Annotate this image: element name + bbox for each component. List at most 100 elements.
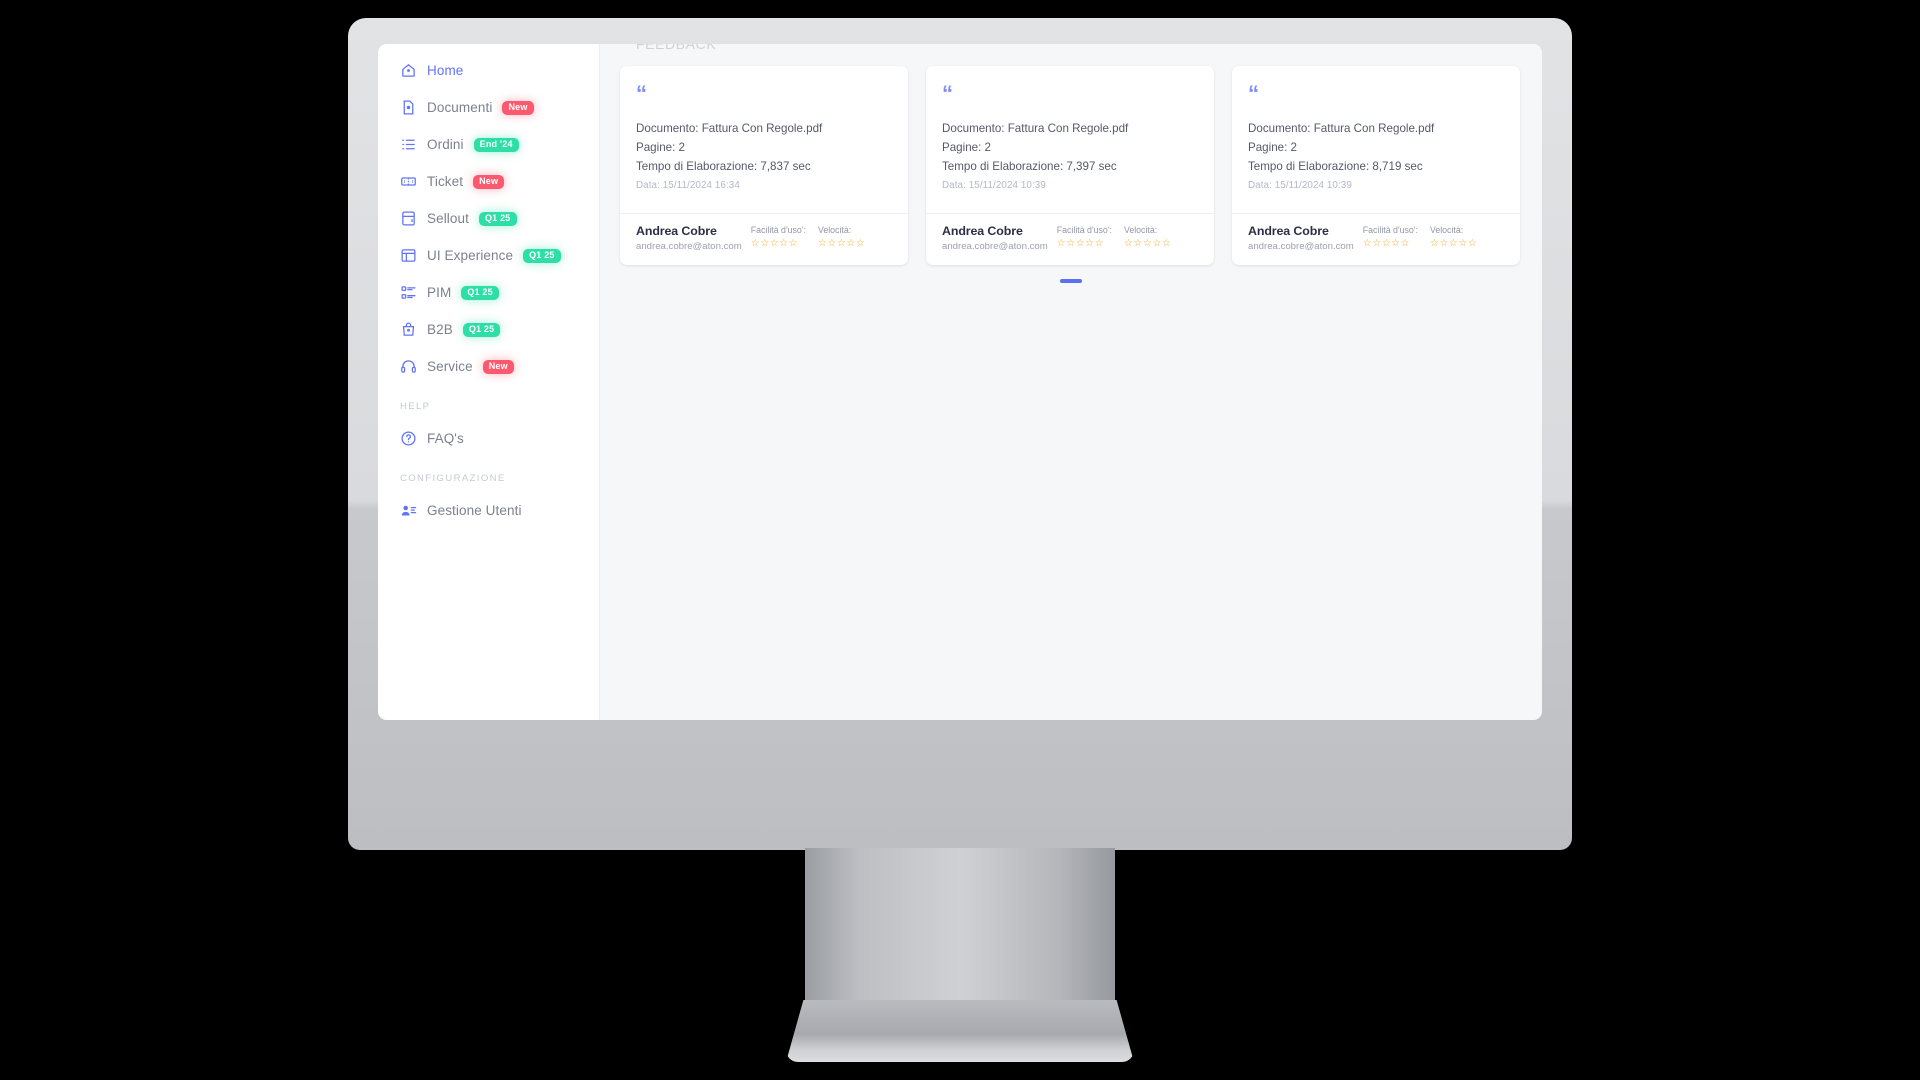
sidebar-item-service[interactable]: Service New bbox=[378, 348, 599, 385]
user-settings-icon bbox=[400, 502, 417, 519]
rating-label: Facilità d'uso': bbox=[750, 224, 806, 235]
sidebar: Home Documenti New Ordini End '24 Ticket New Se… bbox=[378, 44, 600, 720]
star-icon[interactable]: ☆ bbox=[1439, 238, 1448, 249]
feedback-date-line: Data: 15/11/2024 10:39 bbox=[942, 179, 1046, 191]
star-icon[interactable]: ☆ bbox=[1401, 238, 1410, 249]
sidebar-item-label: FAQ's bbox=[427, 431, 464, 446]
sidebar-item-label: Ticket bbox=[427, 174, 464, 189]
sidebar-item-label: Ordini bbox=[427, 137, 464, 152]
rating-stars[interactable]: ☆ ☆ ☆ ☆ ☆ bbox=[1430, 238, 1477, 249]
sidebar-item-label: Sellout bbox=[427, 211, 469, 226]
star-icon[interactable]: ☆ bbox=[1076, 238, 1085, 249]
sidebar-section-title: CONFIGURAZIONE bbox=[400, 473, 506, 484]
sidebar-item-label: Gestione Utenti bbox=[427, 503, 522, 518]
feedback-ratings: Facilità d'uso': ☆ ☆ ☆ ☆ ☆ Velocità: ☆ ☆ ☆ ☆ ☆ bbox=[751, 224, 865, 249]
feedback-card-lines: Documento: Fattura Con Regole.pdf Pagine:… bbox=[942, 120, 1198, 191]
feedback-card[interactable]: “ Documento: Fattura Con Regole.pdf Pagine… bbox=[926, 66, 1214, 265]
rating-stars[interactable]: ☆ ☆ ☆ ☆ ☆ bbox=[1057, 238, 1112, 249]
layout-icon bbox=[400, 247, 417, 264]
rating-stars[interactable]: ☆ ☆ ☆ ☆ ☆ bbox=[751, 238, 806, 249]
sidebar-item-ticket[interactable]: Ticket New bbox=[378, 163, 599, 200]
sidebar-item-label: UI Experience bbox=[427, 248, 514, 263]
star-icon[interactable]: ☆ bbox=[1057, 238, 1066, 249]
feedback-ratings: Facilità d'uso': ☆ ☆ ☆ ☆ ☆ Velocità: ☆ ☆ ☆ ☆ ☆ bbox=[1363, 224, 1477, 249]
feedback-pages-line: Pagine: 2 bbox=[1248, 140, 1297, 154]
author-name: Andrea Cobre bbox=[636, 223, 717, 238]
rating-label: Velocità: bbox=[1429, 224, 1464, 235]
sidebar-item-documenti[interactable]: Documenti New bbox=[378, 89, 599, 126]
star-icon[interactable]: ☆ bbox=[1066, 238, 1075, 249]
star-icon[interactable]: ☆ bbox=[1124, 238, 1133, 249]
feedback-card-list: “ Documento: Fattura Con Regole.pdf Pagine… bbox=[600, 44, 1542, 265]
app-screen: Home Documenti New Ordini End '24 Ticket New Se… bbox=[378, 44, 1542, 720]
feedback-pages-line: Pagine: 2 bbox=[636, 140, 685, 154]
rating-label: Facilità d'uso': bbox=[1056, 224, 1112, 235]
rating-group: Velocità: ☆ ☆ ☆ ☆ ☆ bbox=[818, 225, 865, 249]
star-icon[interactable]: ☆ bbox=[1363, 238, 1372, 249]
sidebar-item-label: PIM bbox=[427, 285, 452, 300]
feedback-card-body: “ Documento: Fattura Con Regole.pdf Pagine… bbox=[926, 66, 1214, 213]
star-icon[interactable]: ☆ bbox=[856, 238, 865, 249]
sidebar-sections: HELP FAQ's CONFIGURAZIONE Gestione Utenti bbox=[378, 385, 599, 529]
feedback-card[interactable]: “ Documento: Fattura Con Regole.pdf Pagine… bbox=[620, 66, 908, 265]
star-icon[interactable]: ☆ bbox=[779, 238, 788, 249]
star-icon[interactable]: ☆ bbox=[1391, 238, 1400, 249]
quote-icon: “ bbox=[1248, 81, 1259, 106]
rating-stars[interactable]: ☆ ☆ ☆ ☆ ☆ bbox=[1363, 238, 1418, 249]
quote-icon: “ bbox=[942, 81, 953, 106]
feedback-card[interactable]: “ Documento: Fattura Con Regole.pdf Pagine… bbox=[1232, 66, 1520, 265]
star-icon[interactable]: ☆ bbox=[1449, 238, 1458, 249]
feedback-card-lines: Documento: Fattura Con Regole.pdf Pagine:… bbox=[1248, 120, 1504, 191]
page-title: FEEDBACK bbox=[636, 44, 717, 52]
carousel-indicator bbox=[600, 278, 1542, 283]
sidebar-item-pim[interactable]: PIM Q1 25 bbox=[378, 274, 599, 311]
star-icon[interactable]: ☆ bbox=[1085, 238, 1094, 249]
feedback-card-footer: Andrea Cobre andrea.cobre@aton.com Facilit… bbox=[1232, 212, 1520, 265]
feedback-date-line: Data: 15/11/2024 10:39 bbox=[1248, 179, 1352, 191]
sidebar-item-ordini[interactable]: Ordini End '24 bbox=[378, 126, 599, 163]
star-icon[interactable]: ☆ bbox=[1095, 238, 1104, 249]
sidebar-item-ui-experience[interactable]: UI Experience Q1 25 bbox=[378, 237, 599, 274]
star-icon[interactable]: ☆ bbox=[837, 238, 846, 249]
sidebar-item-label: Documenti bbox=[427, 100, 493, 115]
star-icon[interactable]: ☆ bbox=[1468, 238, 1477, 249]
star-icon[interactable]: ☆ bbox=[1162, 238, 1171, 249]
star-icon[interactable]: ☆ bbox=[1133, 238, 1142, 249]
rating-stars[interactable]: ☆ ☆ ☆ ☆ ☆ bbox=[1124, 238, 1171, 249]
star-icon[interactable]: ☆ bbox=[1152, 238, 1161, 249]
feedback-author: Andrea Cobre andrea.cobre@aton.com bbox=[1248, 224, 1354, 252]
star-icon[interactable]: ☆ bbox=[818, 238, 827, 249]
star-icon[interactable]: ☆ bbox=[1143, 238, 1152, 249]
sidebar-item-label: Home bbox=[427, 63, 464, 78]
star-icon[interactable]: ☆ bbox=[827, 238, 836, 249]
sidebar-item-badge: End '24 bbox=[473, 137, 519, 152]
rating-stars[interactable]: ☆ ☆ ☆ ☆ ☆ bbox=[818, 238, 865, 249]
star-icon[interactable]: ☆ bbox=[846, 238, 855, 249]
star-icon[interactable]: ☆ bbox=[760, 238, 769, 249]
sidebar-section-title: HELP bbox=[400, 401, 431, 412]
carousel-dot[interactable] bbox=[1060, 278, 1082, 283]
star-icon[interactable]: ☆ bbox=[1458, 238, 1467, 249]
sidebar-nav-list: Home Documenti New Ordini End '24 Ticket New Se… bbox=[378, 52, 599, 385]
home-icon bbox=[400, 62, 417, 79]
star-icon[interactable]: ☆ bbox=[789, 238, 798, 249]
sidebar-item-gestione-utenti[interactable]: Gestione Utenti bbox=[378, 492, 599, 529]
calculator-icon bbox=[400, 210, 417, 227]
bag-icon bbox=[400, 321, 417, 338]
star-icon[interactable]: ☆ bbox=[1430, 238, 1439, 249]
feedback-time-line: Tempo di Elaborazione: 7,397 sec bbox=[942, 159, 1117, 173]
sidebar-item-sellout[interactable]: Sellout Q1 25 bbox=[378, 200, 599, 237]
feedback-time-line: Tempo di Elaborazione: 8,719 sec bbox=[1248, 159, 1423, 173]
star-icon[interactable]: ☆ bbox=[751, 238, 760, 249]
feedback-document-line: Documento: Fattura Con Regole.pdf bbox=[1248, 122, 1435, 135]
star-icon[interactable]: ☆ bbox=[770, 238, 779, 249]
star-icon[interactable]: ☆ bbox=[1372, 238, 1381, 249]
document-icon bbox=[400, 99, 417, 116]
headset-icon bbox=[400, 358, 417, 375]
sidebar-item-label: B2B bbox=[427, 322, 453, 337]
sidebar-item-b2b[interactable]: B2B Q1 25 bbox=[378, 311, 599, 348]
sidebar-item-badge: New bbox=[502, 100, 534, 115]
star-icon[interactable]: ☆ bbox=[1382, 238, 1391, 249]
sidebar-item-home[interactable]: Home bbox=[378, 52, 599, 89]
sidebar-item-faq-s[interactable]: FAQ's bbox=[378, 420, 599, 457]
